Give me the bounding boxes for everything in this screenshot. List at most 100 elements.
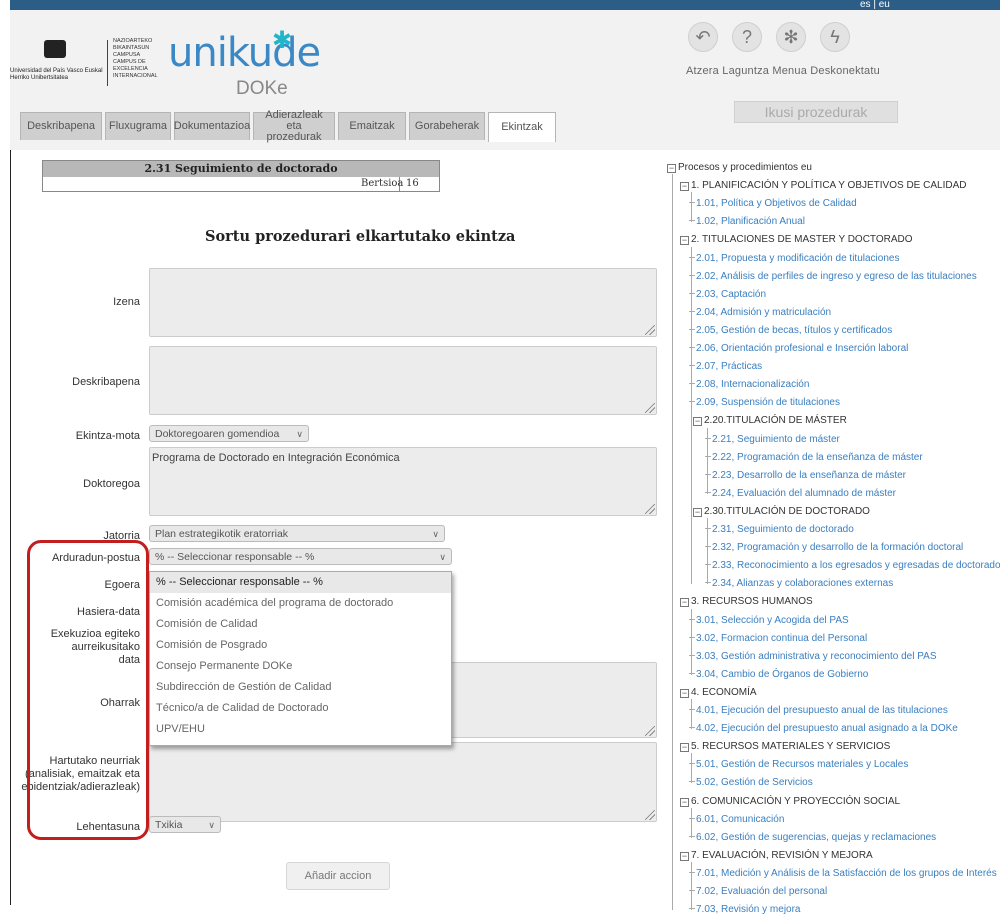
procedure-link[interactable]: 3.01, Selección y Acogida del PAS	[696, 615, 849, 626]
tree-item[interactable]: 1.01, Política y Objetivos de Calidad	[689, 198, 857, 210]
hartutako-textarea[interactable]	[149, 742, 657, 822]
tab-emaitzak[interactable]: Emaitzak	[338, 112, 406, 140]
resize-handle-icon[interactable]	[645, 726, 655, 736]
tree-item[interactable]: 2.32, Programación y desarrollo de la fo…	[705, 542, 963, 554]
tree-item[interactable]: 3.04, Cambio de Órganos de Gobierno	[689, 669, 868, 681]
tool-label[interactable]: Laguntza	[722, 65, 772, 77]
tree-item[interactable]: 2.31, Seguimiento de doctorado	[705, 524, 854, 536]
tree-group[interactable]: −5. RECURSOS MATERIALES Y SERVICIOS	[680, 741, 890, 753]
lehentasuna-select[interactable]: Txikia ∨	[149, 816, 221, 833]
menu-icon[interactable]: ✻	[776, 22, 806, 52]
dropdown-option[interactable]: Comisión de Calidad	[150, 614, 451, 635]
procedure-link[interactable]: 2.22, Programación de la enseñanza de má…	[712, 452, 923, 463]
resize-handle-icon[interactable]	[645, 325, 655, 335]
tree-root[interactable]: − Procesos y procedimientos eu	[667, 162, 812, 174]
help-tool[interactable]: ?	[730, 22, 764, 52]
tab-gorabeherak[interactable]: Gorabeherak	[409, 112, 485, 140]
tree-item[interactable]: 3.03, Gestión administrativa y reconocim…	[689, 651, 937, 663]
undo-tool[interactable]: ↶	[686, 22, 720, 52]
tree-item[interactable]: 5.02, Gestión de Servicios	[689, 777, 813, 789]
tree-item[interactable]: 2.06, Orientación profesional e Inserció…	[689, 343, 908, 355]
tree-item[interactable]: 7.01, Medición y Análisis de la Satisfac…	[689, 868, 997, 880]
tree-item[interactable]: 2.04, Admisión y matriculación	[689, 307, 831, 319]
tool-label[interactable]: Atzera	[686, 65, 722, 77]
dropdown-option[interactable]: Subdirección de Gestión de Calidad	[150, 677, 451, 698]
procedure-link[interactable]: 2.08, Internacionalización	[696, 379, 809, 390]
procedure-link[interactable]: 7.02, Evaluación del personal	[696, 886, 827, 897]
ikusi-prozedurak-button[interactable]: Ikusi prozedurak	[734, 101, 898, 123]
procedure-link[interactable]: 5.02, Gestión de Servicios	[696, 777, 813, 788]
procedure-link[interactable]: 2.01, Propuesta y modificación de titula…	[696, 253, 899, 264]
tree-item[interactable]: 7.02, Evaluación del personal	[689, 886, 827, 898]
dropdown-option[interactable]: UPV/EHU	[150, 719, 451, 740]
tree-item[interactable]: 2.05, Gestión de becas, títulos y certif…	[689, 325, 892, 337]
language-switch[interactable]: es | eu	[860, 0, 890, 10]
tool-label[interactable]: Menua	[772, 65, 810, 77]
procedure-link[interactable]: 4.02, Ejecución del presupuesto anual as…	[696, 723, 958, 734]
tree-item[interactable]: 4.01, Ejecución del presupuesto anual de…	[689, 705, 948, 717]
tree-subgroup[interactable]: −2.20.TITULACIÓN DE MÁSTER	[693, 415, 847, 427]
tree-item[interactable]: 2.07, Prácticas	[689, 361, 762, 373]
help-icon[interactable]: ?	[732, 22, 762, 52]
tree-item[interactable]: 5.01, Gestión de Recursos materiales y L…	[689, 759, 908, 771]
tree-item[interactable]: 2.08, Internacionalización	[689, 379, 809, 391]
collapse-icon[interactable]: −	[680, 851, 689, 861]
procedure-link[interactable]: 2.32, Programación y desarrollo de la fo…	[712, 542, 963, 553]
tree-item[interactable]: 2.24, Evaluación del alumnado de máster	[705, 488, 896, 500]
procedure-link[interactable]: 1.01, Política y Objetivos de Calidad	[696, 198, 857, 209]
procedure-link[interactable]: 2.21, Seguimiento de máster	[712, 434, 840, 445]
procedure-link[interactable]: 2.24, Evaluación del alumnado de máster	[712, 488, 896, 499]
procedure-link[interactable]: 7.01, Medición y Análisis de la Satisfac…	[696, 868, 997, 879]
tree-item[interactable]: 7.03, Revisión y mejora	[689, 904, 801, 916]
procedure-link[interactable]: 6.01, Comunicación	[696, 814, 784, 825]
tree-group[interactable]: −7. EVALUACIÓN, REVISIÓN Y MEJORA	[680, 850, 873, 862]
deskribapena-textarea[interactable]	[149, 346, 657, 415]
doktoregoa-textarea[interactable]: Programa de Doctorado en Integración Eco…	[149, 447, 657, 516]
dropdown-option[interactable]: % -- Seleccionar responsable -- %	[150, 572, 451, 593]
tab-dokumentazioa[interactable]: Dokumentazioa	[174, 112, 250, 140]
menu-tool[interactable]: ✻	[774, 22, 808, 52]
tree-item[interactable]: 6.02, Gestión de sugerencias, quejas y r…	[689, 832, 936, 844]
collapse-icon[interactable]: −	[680, 598, 689, 608]
resize-handle-icon[interactable]	[645, 403, 655, 413]
tab-deskribapena[interactable]: Deskribapena	[20, 112, 102, 140]
tree-item[interactable]: 2.03, Captación	[689, 289, 766, 301]
tab-ekintzak[interactable]: Ekintzak	[488, 112, 556, 142]
category-label[interactable]: 3. RECURSOS HUMANOS	[691, 596, 813, 607]
undo-icon[interactable]: ↶	[688, 22, 718, 52]
tree-item[interactable]: 2.09, Suspensión de titulaciones	[689, 397, 840, 409]
tree-item[interactable]: 2.02, Análisis de perfiles de ingreso y …	[689, 271, 977, 283]
category-label[interactable]: 2.30.TITULACIÓN DE DOCTORADO	[704, 506, 870, 517]
resize-handle-icon[interactable]	[645, 504, 655, 514]
tree-item[interactable]: 3.02, Formacion continua del Personal	[689, 633, 867, 645]
procedure-link[interactable]: 2.03, Captación	[696, 289, 766, 300]
collapse-icon[interactable]: −	[693, 417, 702, 427]
dropdown-option[interactable]: Técnico/a de Calidad de Doctorado	[150, 698, 451, 719]
procedure-link[interactable]: 1.02, Planificación Anual	[696, 216, 805, 227]
arduradun-select[interactable]: % -- Seleccionar responsable -- % ∨	[149, 548, 452, 565]
category-label[interactable]: 1. PLANIFICACIÓN Y POLÍTICA Y OBJETIVOS …	[691, 180, 966, 191]
dropdown-option[interactable]: Comisión de Posgrado	[150, 635, 451, 656]
izena-textarea[interactable]	[149, 268, 657, 337]
procedure-link[interactable]: 2.06, Orientación profesional e Inserció…	[696, 343, 908, 354]
tree-item[interactable]: 1.02, Planificación Anual	[689, 216, 805, 228]
tree-group[interactable]: −3. RECURSOS HUMANOS	[680, 596, 813, 608]
tree-group[interactable]: −2. TITULACIONES DE MASTER Y DOCTORADO	[680, 234, 913, 246]
category-label[interactable]: 5. RECURSOS MATERIALES Y SERVICIOS	[691, 741, 890, 752]
collapse-icon[interactable]: −	[667, 164, 676, 173]
procedure-link[interactable]: 3.04, Cambio de Órganos de Gobierno	[696, 669, 868, 680]
collapse-icon[interactable]: −	[680, 797, 689, 807]
tab-fluxugrama[interactable]: Fluxugrama	[105, 112, 171, 140]
procedure-link[interactable]: 7.03, Revisión y mejora	[696, 904, 801, 915]
procedure-link[interactable]: 2.07, Prácticas	[696, 361, 762, 372]
tree-group[interactable]: −4. ECONOMÍA	[680, 687, 757, 699]
collapse-icon[interactable]: −	[680, 743, 689, 753]
category-label[interactable]: Procesos y procedimientos eu	[678, 162, 812, 173]
procedure-link[interactable]: 2.09, Suspensión de titulaciones	[696, 397, 840, 408]
resize-handle-icon[interactable]	[645, 810, 655, 820]
collapse-icon[interactable]: −	[680, 688, 689, 698]
tab-adierazleak-eta-prozedurak[interactable]: Adierazleak eta prozedurak	[253, 110, 335, 143]
procedure-link[interactable]: 2.33, Reconocimiento a los egresados y e…	[712, 560, 1000, 571]
tool-label[interactable]: Deskonektatu	[810, 65, 880, 77]
add-action-button[interactable]: Añadir accion	[286, 862, 390, 890]
